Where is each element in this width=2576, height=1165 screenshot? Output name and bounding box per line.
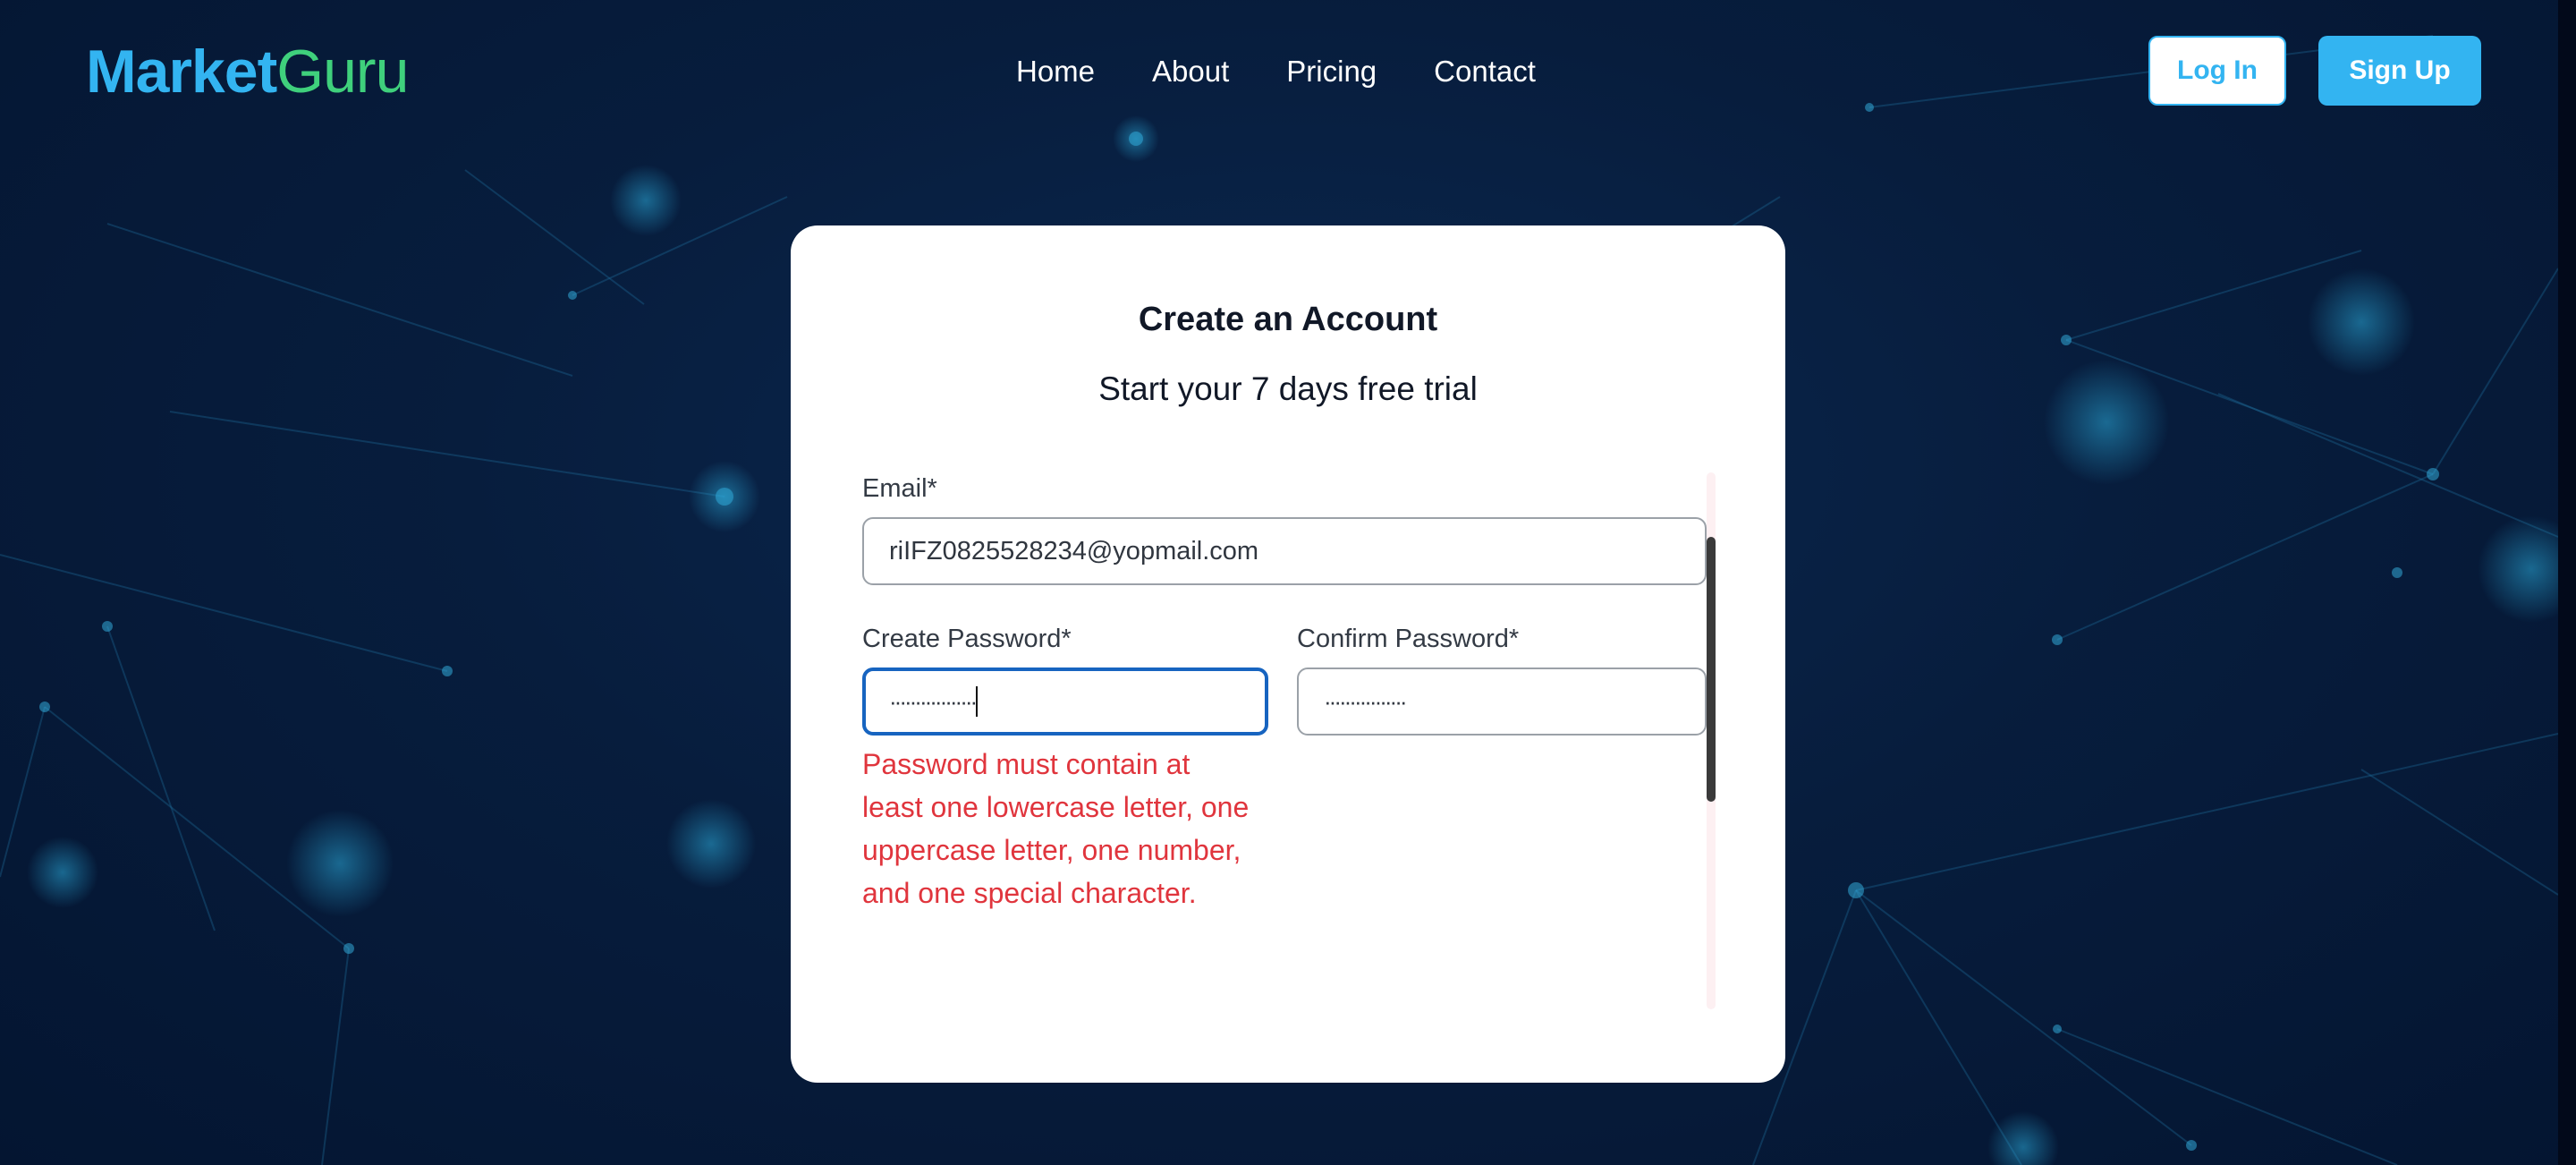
logo-part-market: Market	[86, 38, 277, 106]
create-password-label: Create Password*	[862, 625, 1072, 653]
nav-home[interactable]: Home	[1016, 52, 1095, 91]
create-password-value: ·················	[889, 687, 978, 715]
create-password-field[interactable]: ·················	[862, 668, 1268, 736]
page-scrollbar[interactable]	[2558, 0, 2576, 1165]
confirm-password-value: ················	[1324, 687, 1408, 715]
brand-logo[interactable]: MarketGuru	[86, 38, 409, 106]
email-value: riIFZ0825528234@yopmail.com	[889, 536, 1259, 565]
login-button[interactable]: Log In	[2148, 36, 2286, 106]
signup-form: Email* riIFZ0825528234@yopmail.com Creat…	[862, 474, 1721, 1011]
nav-about[interactable]: About	[1152, 52, 1229, 91]
main-nav: Home About Pricing Contact	[1016, 52, 1536, 91]
password-error-message: Password must contain at least one lower…	[862, 748, 1250, 909]
text-caret	[976, 686, 979, 717]
logo-part-guru: Guru	[276, 38, 409, 106]
nav-contact[interactable]: Contact	[1434, 52, 1536, 91]
nav-pricing[interactable]: Pricing	[1286, 52, 1377, 91]
form-title: Create an Account	[1138, 301, 1438, 338]
form-scrollbar-thumb[interactable]	[1707, 537, 1716, 802]
top-nav-bar: MarketGuru Home About Pricing Contact Lo…	[0, 0, 2558, 143]
confirm-password-label: Confirm Password*	[1297, 625, 1520, 653]
email-label: Email*	[862, 474, 937, 503]
form-subtitle: Start your 7 days free trial	[1098, 370, 1478, 407]
signup-button[interactable]: Sign Up	[2318, 36, 2481, 106]
signup-card: Create an Account Start your 7 days free…	[791, 225, 1785, 1083]
confirm-password-field[interactable]: ················	[1297, 668, 1707, 736]
email-field[interactable]: riIFZ0825528234@yopmail.com	[862, 517, 1707, 585]
